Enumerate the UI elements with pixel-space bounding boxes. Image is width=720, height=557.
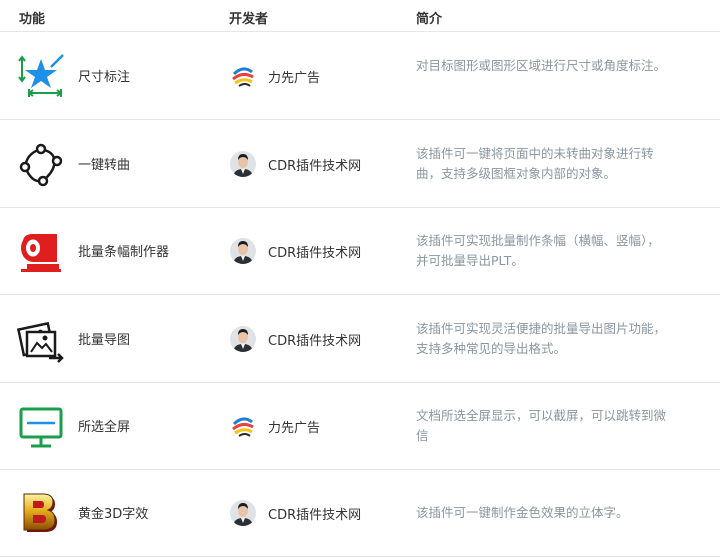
table-row[interactable]: 批量导图 CDR插件技术网 该插件可实现灵活便捷的批量导出图片功能，支持多种常见… <box>0 295 720 383</box>
table-row[interactable]: 所选全屏 力先广告 文档所选全屏显示，可以截屏，可以跳转到微信 <box>0 382 720 470</box>
table-row[interactable]: 尺寸标注 力先广告 对目标图形或图形区域进行尺寸或角度标注。 <box>0 32 720 120</box>
function-description: 该插件可实现灵活便捷的批量导出图片功能，支持多种常见的导出格式。 <box>416 321 667 356</box>
gold-3d-letter-icon <box>17 490 65 538</box>
person-avatar <box>230 238 256 264</box>
dimension-star-icon <box>17 53 65 101</box>
column-header-function: 功能 <box>19 12 46 27</box>
lixian-logo <box>230 63 256 89</box>
function-description: 该插件可一键将页面中的未转曲对象进行转曲，支持多级图框对象内部的对象。 <box>416 146 654 181</box>
image-export-icon <box>17 316 65 364</box>
banner-roll-icon <box>17 228 65 276</box>
person-avatar <box>230 151 256 177</box>
function-name[interactable]: 批量导图 <box>78 329 130 348</box>
developer-name[interactable]: CDR插件技术网 <box>268 504 361 523</box>
function-name[interactable]: 黄金3D字效 <box>78 503 148 522</box>
function-description: 该插件可实现批量制作条幅（横幅、竖幅），并可批量导出PLT。 <box>416 233 660 268</box>
column-header-developer: 开发者 <box>229 12 269 27</box>
function-name[interactable]: 一键转曲 <box>78 154 130 173</box>
curve-nodes-icon <box>17 141 65 189</box>
table-row[interactable]: 一键转曲 CDR插件技术网 该插件可一键将页面中的未转曲对象进行转曲，支持多级图… <box>0 120 720 208</box>
function-name[interactable]: 尺寸标注 <box>78 66 130 85</box>
function-description: 文档所选全屏显示，可以截屏，可以跳转到微信 <box>416 408 667 443</box>
function-name[interactable]: 所选全屏 <box>78 416 130 435</box>
person-avatar <box>230 500 256 526</box>
column-header-intro: 简介 <box>416 12 443 27</box>
table-row[interactable]: 黄金3D字效 CDR插件技术网 该插件可一键制作金色效果的立体字。 <box>0 469 720 557</box>
monitor-icon <box>17 403 65 451</box>
developer-name[interactable]: CDR插件技术网 <box>268 330 361 349</box>
developer-name[interactable]: 力先广告 <box>268 417 320 436</box>
function-description: 该插件可一键制作金色效果的立体字。 <box>416 505 629 520</box>
function-description: 对目标图形或图形区域进行尺寸或角度标注。 <box>416 58 667 73</box>
function-name[interactable]: 批量条幅制作器 <box>78 241 169 260</box>
developer-name[interactable]: CDR插件技术网 <box>268 242 361 261</box>
developer-name[interactable]: 力先广告 <box>268 67 320 86</box>
developer-name[interactable]: CDR插件技术网 <box>268 155 361 174</box>
person-avatar <box>230 326 256 352</box>
lixian-logo <box>230 413 256 439</box>
table-header: 功能 开发者 简介 <box>0 0 720 32</box>
table-row[interactable]: 批量条幅制作器 CDR插件技术网 该插件可实现批量制作条幅（横幅、竖幅），并可批… <box>0 207 720 295</box>
